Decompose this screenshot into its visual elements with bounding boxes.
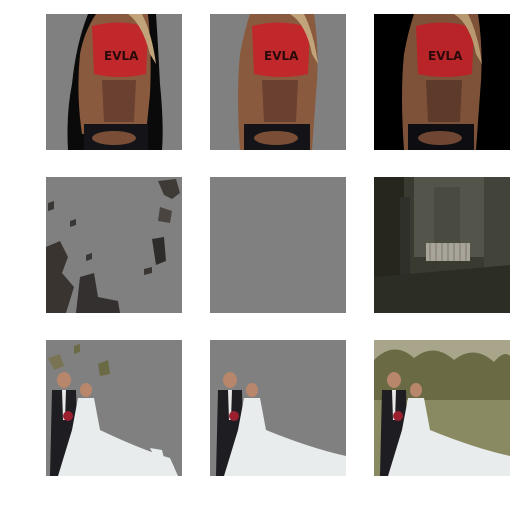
svg-text:EVLA: EVLA xyxy=(428,49,463,63)
wedding-segmented-noisy-image xyxy=(46,340,182,476)
wedding-segmented-clean-image xyxy=(210,340,346,476)
wedding-original-image xyxy=(374,340,510,476)
street-segmented-empty-image xyxy=(210,177,346,313)
street-segmented-fragments-image xyxy=(46,177,182,313)
fitness-original-image: EVLA xyxy=(374,14,510,150)
fitness-segmented-clean-image: EVLA xyxy=(210,14,346,150)
street-original-image xyxy=(374,177,510,313)
svg-text:EVLA: EVLA xyxy=(264,49,299,63)
image-grid: EVLA EVLA EVLA xyxy=(0,0,520,510)
svg-text:EVLA: EVLA xyxy=(104,49,139,63)
fitness-segmented-blackhalo-image: EVLA xyxy=(46,14,182,150)
